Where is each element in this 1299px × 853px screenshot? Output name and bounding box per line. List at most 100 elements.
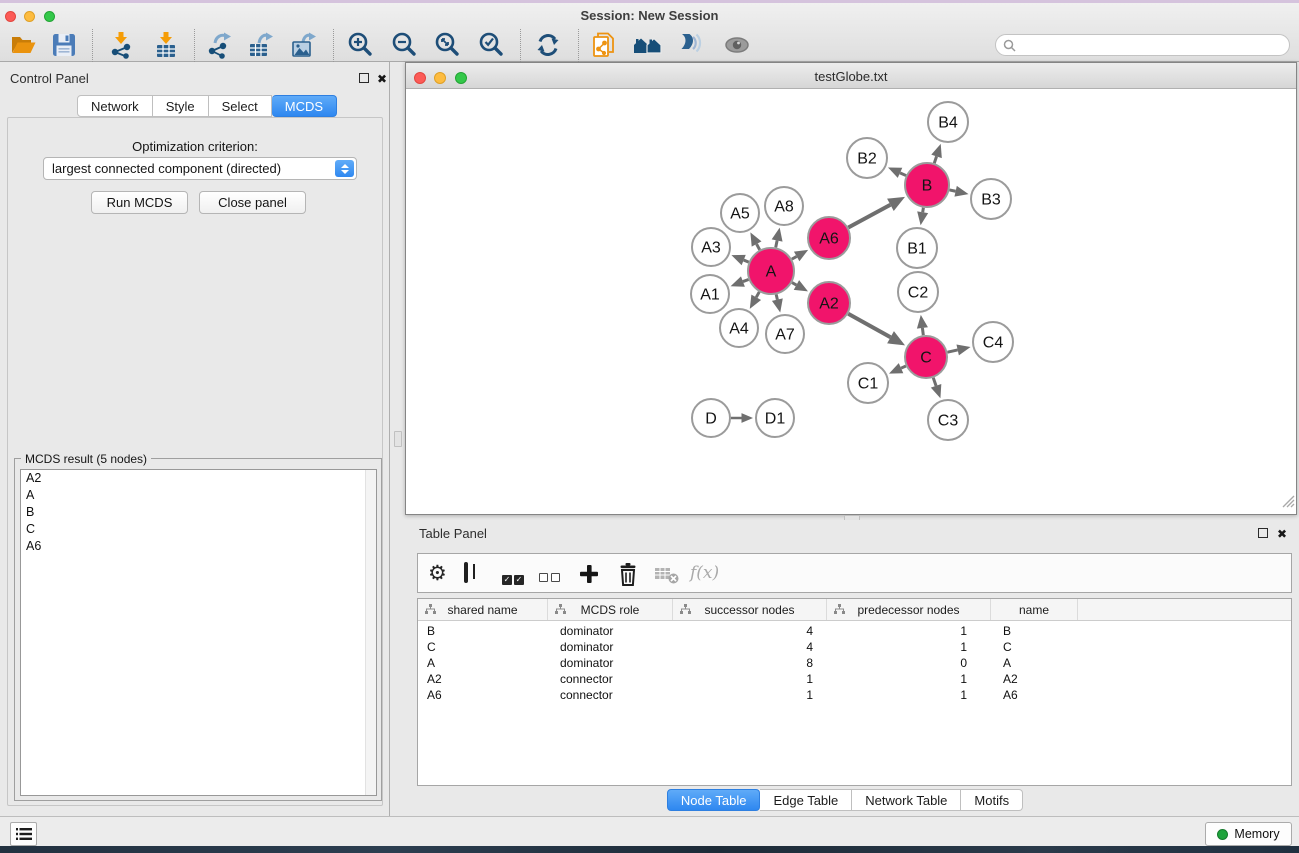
result-item[interactable]: A6 (21, 538, 376, 555)
tab-mcds[interactable]: MCDS (272, 95, 337, 117)
select-all-icon[interactable]: ✓✓ (502, 569, 526, 587)
import-table-icon[interactable] (152, 31, 180, 59)
table-cell[interactable]: 1 (827, 687, 991, 703)
table-cell[interactable]: B (418, 623, 548, 639)
tab-edge-table[interactable]: Edge Table (760, 789, 852, 811)
tab-network-table[interactable]: Network Table (852, 789, 961, 811)
hide-details-icon[interactable] (676, 31, 704, 59)
table-row[interactable]: Adominator80A (418, 655, 1291, 671)
table-row[interactable]: A2connector11A2 (418, 671, 1291, 687)
result-item[interactable]: B (21, 504, 376, 521)
table-cell[interactable]: A (991, 655, 1078, 671)
delete-column-icon[interactable] (617, 562, 639, 591)
split-panel-icon[interactable] (464, 564, 468, 582)
result-item[interactable]: C (21, 521, 376, 538)
edge-B-B2[interactable] (900, 173, 906, 176)
edge-B-B1[interactable] (923, 208, 924, 213)
table-cell[interactable]: A6 (418, 687, 548, 703)
edge-C-C2[interactable] (922, 328, 923, 335)
edge-C-C1[interactable] (901, 366, 906, 368)
edge-A-A5[interactable] (757, 244, 760, 250)
table-cell[interactable]: 8 (673, 655, 827, 671)
result-item[interactable]: A2 (21, 470, 376, 487)
float-panel-icon[interactable] (359, 73, 369, 83)
edge-A-A3[interactable] (744, 260, 749, 262)
close-panel-button[interactable]: Close panel (199, 191, 306, 214)
table-cell[interactable]: 1 (673, 671, 827, 687)
network-canvas[interactable]: B4B2BB3B1A5A8A3A6AA1A4A7A2C2CC4C1C3DD1 (406, 90, 1296, 514)
tab-motifs[interactable]: Motifs (961, 789, 1023, 811)
tab-node-table[interactable]: Node Table (667, 789, 761, 811)
table-cell[interactable]: 4 (673, 623, 827, 639)
export-table-icon[interactable] (247, 31, 275, 59)
table-row[interactable]: A6connector11A6 (418, 687, 1291, 703)
zoom-fit-icon[interactable] (434, 31, 462, 59)
column-header-mcds-role[interactable]: MCDS role (548, 599, 673, 620)
mcds-result-list[interactable]: A2ABCA6 (20, 469, 377, 796)
edge-A-A2[interactable] (792, 283, 796, 285)
edge-A-A7[interactable] (776, 294, 777, 299)
node-table[interactable]: shared name MCDS role successor nodes pr… (417, 598, 1292, 786)
run-mcds-button[interactable]: Run MCDS (91, 191, 188, 214)
tab-select[interactable]: Select (209, 95, 272, 117)
zoom-in-icon[interactable] (347, 31, 375, 59)
table-cell[interactable]: 4 (673, 639, 827, 655)
table-cell[interactable]: A2 (418, 671, 548, 687)
import-network-icon[interactable] (107, 31, 135, 59)
table-row[interactable]: Bdominator41B (418, 623, 1291, 639)
table-cell[interactable]: 0 (827, 655, 991, 671)
edge-B-B3[interactable] (949, 190, 955, 191)
network-window-titlebar[interactable]: testGlobe.txt (406, 63, 1296, 89)
table-cell[interactable]: B (991, 623, 1078, 639)
delete-table-icon[interactable] (654, 567, 680, 590)
tab-style[interactable]: Style (153, 95, 209, 117)
search-input[interactable] (1020, 38, 1289, 52)
open-file-icon[interactable] (9, 31, 37, 59)
column-header-successor-nodes[interactable]: successor nodes (673, 599, 827, 620)
splitter-grip-vertical[interactable] (394, 431, 402, 447)
memory-button[interactable]: Memory (1205, 822, 1292, 846)
edge-B-B4[interactable] (934, 156, 936, 163)
clone-network-icon[interactable] (591, 31, 619, 59)
table-cell[interactable]: C (991, 639, 1078, 655)
table-cell[interactable]: A2 (991, 671, 1078, 687)
table-cell[interactable]: 1 (673, 687, 827, 703)
table-cell[interactable]: dominator (548, 639, 673, 655)
edge-C-C3[interactable] (933, 378, 936, 386)
function-builder-icon[interactable]: f(x) (690, 563, 719, 583)
close-panel-icon[interactable]: ✖ (377, 73, 387, 85)
export-network-icon[interactable] (205, 31, 233, 59)
edge-A-A1[interactable] (743, 279, 749, 281)
refresh-icon[interactable] (534, 31, 562, 59)
table-cell[interactable]: dominator (548, 655, 673, 671)
edge-A2-C[interactable] (848, 314, 890, 338)
tab-network[interactable]: Network (77, 95, 153, 117)
close-table-panel-icon[interactable]: ✖ (1277, 528, 1287, 540)
criterion-select[interactable]: largest connected component (directed) (43, 157, 357, 180)
edge-A-A8[interactable] (776, 241, 777, 248)
table-cell[interactable]: dominator (548, 623, 673, 639)
save-session-icon[interactable] (50, 31, 78, 59)
task-history-button[interactable] (10, 822, 37, 846)
table-cell[interactable]: connector (548, 671, 673, 687)
result-item[interactable]: A (21, 487, 376, 504)
zoom-selected-icon[interactable] (478, 31, 506, 59)
home-icon[interactable] (633, 31, 661, 59)
gear-icon[interactable]: ⚙ (428, 562, 447, 585)
table-cell[interactable]: connector (548, 687, 673, 703)
table-cell[interactable]: A6 (991, 687, 1078, 703)
table-cell[interactable]: A (418, 655, 548, 671)
eye-icon[interactable] (722, 31, 750, 59)
column-header-name[interactable]: name (991, 599, 1078, 620)
table-cell[interactable]: 1 (827, 623, 991, 639)
float-table-panel-icon[interactable] (1258, 528, 1268, 538)
edge-A6-B[interactable] (848, 205, 890, 228)
result-scrollbar[interactable] (365, 470, 376, 795)
table-cell[interactable]: C (418, 639, 548, 655)
edge-A-A4[interactable] (756, 292, 759, 297)
column-header-predecessor-nodes[interactable]: predecessor nodes (827, 599, 991, 620)
export-image-icon[interactable] (290, 31, 318, 59)
resize-grip-icon[interactable] (1282, 495, 1295, 513)
column-header-shared-name[interactable]: shared name (418, 599, 548, 620)
table-cell[interactable]: 1 (827, 671, 991, 687)
